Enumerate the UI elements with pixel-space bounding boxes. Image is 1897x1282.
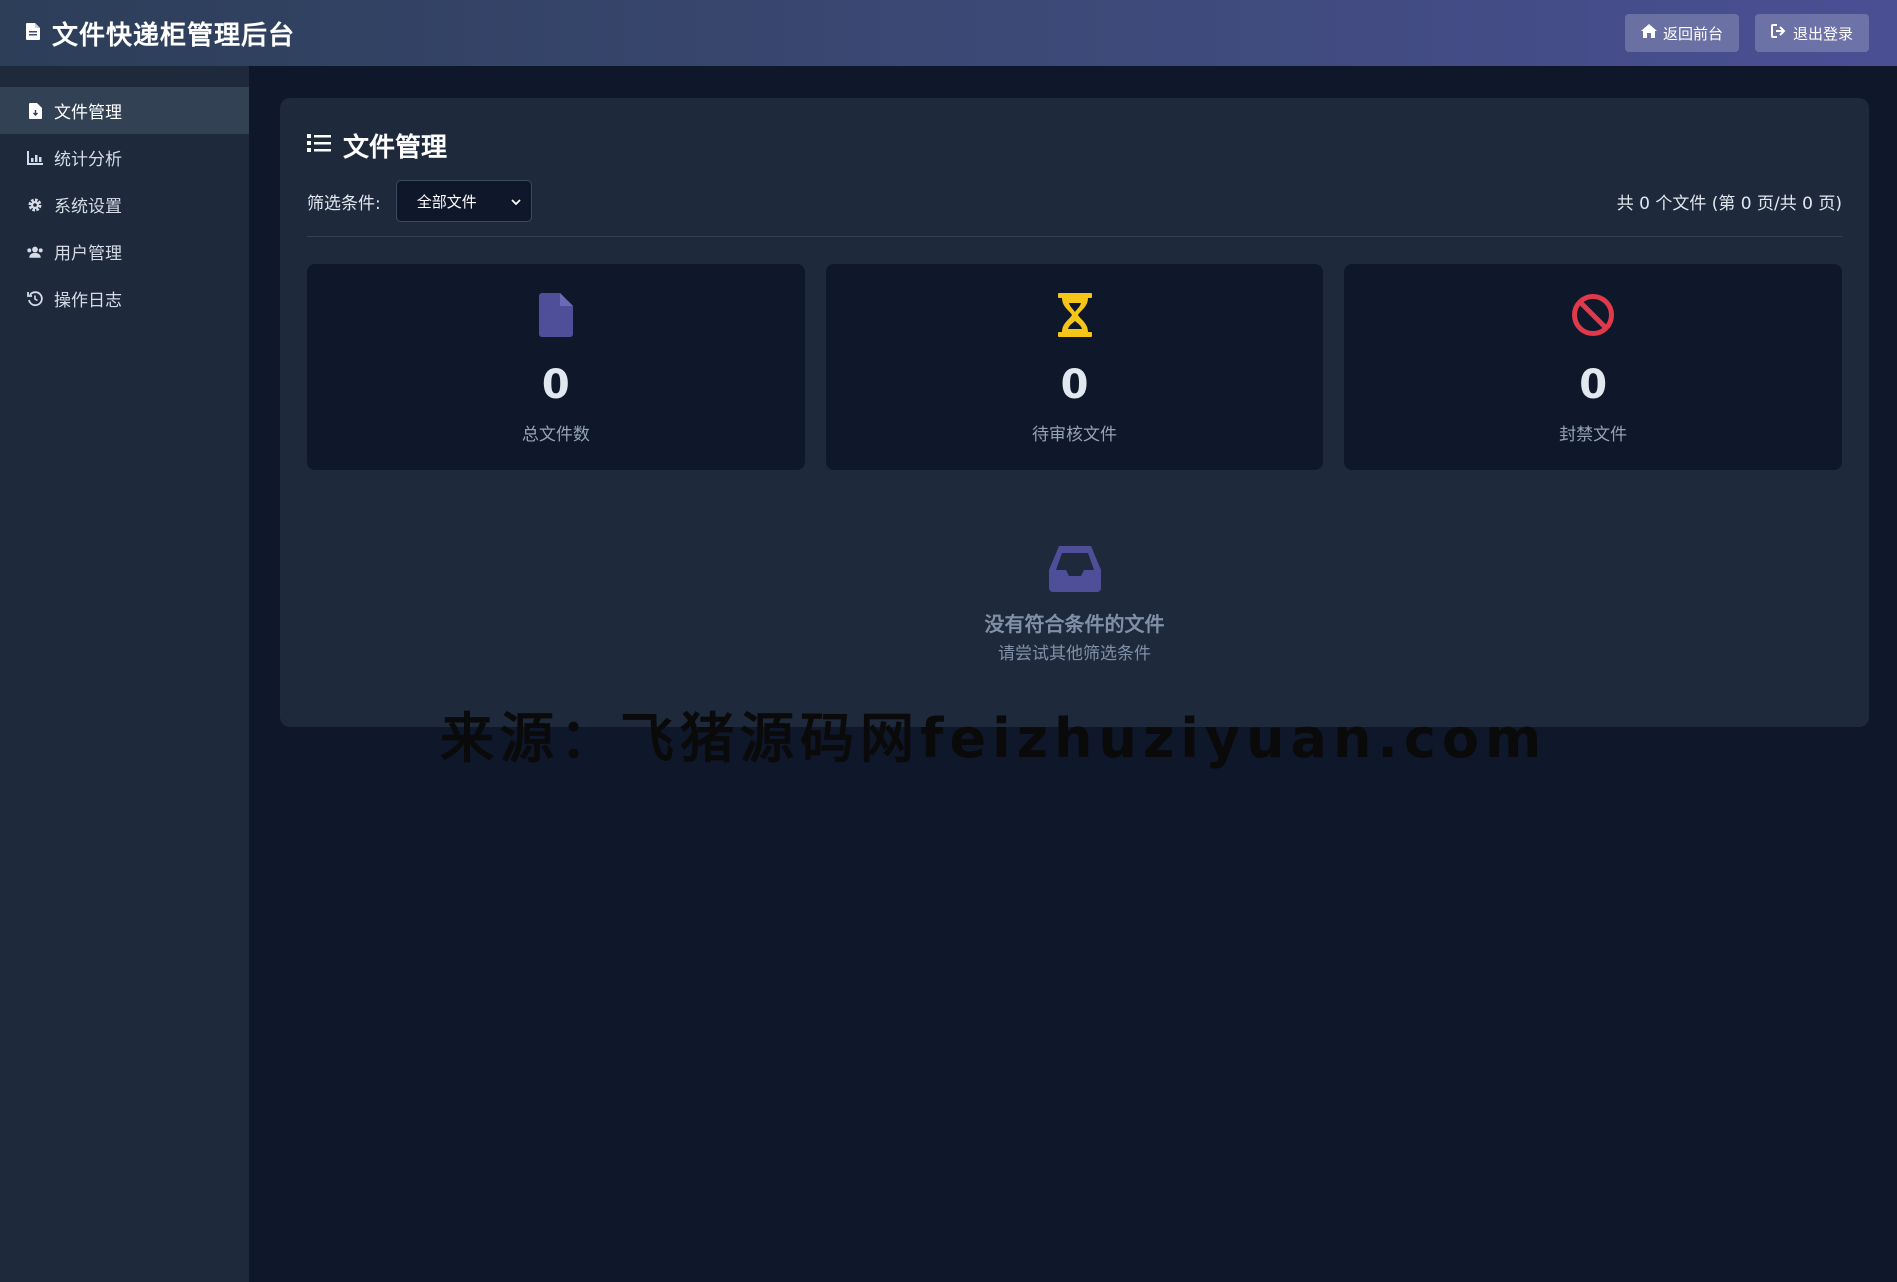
stat-value: 0 (1579, 362, 1608, 408)
sidebar-item-label: 统计分析 (54, 150, 122, 170)
filter-group: 筛选条件: 全部文件 (307, 180, 532, 222)
filter-select-value: 全部文件 (416, 192, 477, 211)
page-title: 文件管理 (343, 132, 448, 163)
logout-label: 退出登录 (1792, 24, 1853, 43)
brand: 文件快递柜管理后台 (26, 15, 295, 52)
gear-icon (26, 196, 44, 214)
stat-value: 0 (541, 362, 570, 408)
empty-state-title: 没有符合条件的文件 (984, 612, 1165, 636)
inbox-icon (1048, 546, 1101, 596)
sidebar-item-operation-log[interactable]: 操作日志 (0, 275, 249, 322)
panel-header: 文件管理 (307, 128, 1842, 163)
back-to-front-button[interactable]: 返回前台 (1624, 14, 1739, 52)
stat-value: 0 (1060, 362, 1089, 408)
empty-state: 没有符合条件的文件 请尝试其他筛选条件 (280, 546, 1869, 664)
stat-card-pending: 0 待审核文件 (825, 264, 1324, 470)
logout-button[interactable]: 退出登录 (1754, 14, 1869, 52)
stat-label: 待审核文件 (1032, 425, 1117, 445)
header-actions: 返回前台 退出登录 (1624, 14, 1869, 52)
sidebar-item-system-settings[interactable]: 系统设置 (0, 181, 249, 228)
sidebar-item-label: 操作日志 (54, 291, 122, 311)
top-header: 文件快递柜管理后台 返回前台 退出登录 (0, 0, 1897, 66)
stat-card-banned: 0 封禁文件 (1344, 264, 1843, 470)
sidebar-item-statistics[interactable]: 统计分析 (0, 134, 249, 181)
empty-state-subtitle: 请尝试其他筛选条件 (998, 644, 1151, 664)
app-title: 文件快递柜管理后台 (52, 20, 296, 51)
watermark: 来源：飞猪源码网feizhuziyuan.com (440, 707, 1548, 770)
stats-cards: 0 总文件数 0 待审核文件 0 封禁文件 (307, 264, 1843, 470)
back-to-front-label: 返回前台 (1662, 24, 1723, 43)
stat-card-total: 0 总文件数 (307, 264, 805, 470)
sidebar: 文件管理 统计分析 系统设置 用户管理 操作日志 (0, 66, 249, 1282)
sidebar-item-label: 系统设置 (54, 197, 122, 217)
logout-icon (1770, 24, 1787, 42)
divider (307, 236, 1842, 237)
filter-bar: 筛选条件: 全部文件 共 0 个文件 (第 0 页/共 0 页) (307, 180, 1842, 222)
file-icon (26, 102, 44, 120)
sidebar-item-label: 用户管理 (54, 244, 122, 264)
chevron-down-icon (511, 192, 521, 210)
home-icon (1640, 24, 1657, 42)
stat-label: 总文件数 (521, 425, 590, 445)
stat-label: 封禁文件 (1559, 425, 1628, 445)
file-icon (26, 22, 40, 44)
filter-label: 筛选条件: (307, 193, 381, 214)
history-icon (26, 290, 44, 308)
users-icon (26, 243, 44, 261)
sidebar-item-file-management[interactable]: 文件管理 (0, 87, 249, 134)
sidebar-item-label: 文件管理 (54, 103, 122, 123)
file-count-summary: 共 0 个文件 (第 0 页/共 0 页) (1616, 193, 1842, 214)
ban-icon (1571, 292, 1615, 338)
list-icon (307, 133, 331, 157)
chart-icon (26, 149, 44, 167)
filter-select[interactable]: 全部文件 (395, 180, 532, 222)
file-icon (538, 292, 573, 338)
hourglass-icon (1057, 292, 1092, 338)
file-management-panel: 文件管理 筛选条件: 全部文件 共 0 个文件 (第 0 页/共 0 页) 0 … (280, 98, 1869, 727)
sidebar-item-user-management[interactable]: 用户管理 (0, 228, 249, 275)
